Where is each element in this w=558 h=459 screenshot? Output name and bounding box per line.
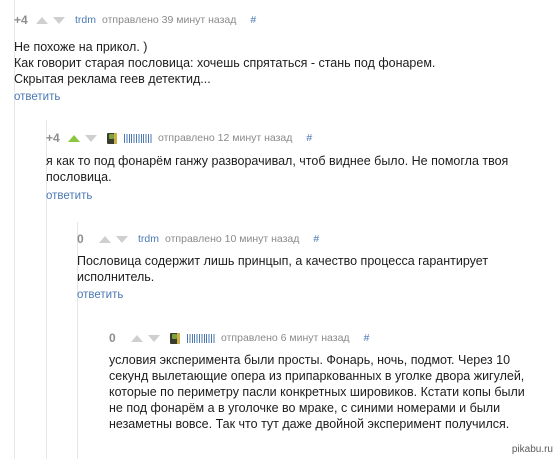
comment-author-link[interactable]: trdm: [75, 14, 96, 26]
comment-meta: +4 отправлено 12 минут назад #: [46, 130, 312, 146]
comment-1: +4 trdm отправлено 39 минут назад # Не п…: [14, 12, 554, 112]
comment-text-line: не под фонарём а в уголочке во мраке, с …: [109, 401, 501, 415]
comment-rating: +4: [14, 13, 28, 27]
comment-rating: +4: [46, 131, 60, 145]
comment-permalink[interactable]: #: [364, 332, 370, 344]
comment-text-line: условия эксперимента были просты. Фонарь…: [109, 353, 511, 367]
reply-link[interactable]: ответить: [77, 289, 123, 301]
reply-link[interactable]: ответить: [46, 190, 92, 202]
comment-author-link[interactable]: trdm: [138, 233, 159, 245]
comment-text-line: Не похоже на прикол. ): [14, 40, 148, 54]
comment-text-line: которые по периметру пасли конкретных ши…: [109, 385, 525, 399]
comment-text-line: Скрытая реклама геев детектид...: [14, 72, 211, 86]
site-watermark: pikabu.ru: [511, 444, 553, 455]
comment-meta: 0 отправлено 6 минут назад #: [109, 330, 369, 346]
comment-timestamp: отправлено 39 минут назад: [102, 14, 237, 26]
downvote-arrow-icon[interactable]: [148, 334, 160, 342]
upvote-arrow-icon[interactable]: [36, 16, 48, 24]
comment-text-line: я как то под фонарём ганжу разворачивал,…: [46, 154, 509, 168]
comment-2: +4 отправлено 12 минут назад # я как то …: [46, 130, 554, 210]
comment-rating: 0: [109, 331, 116, 345]
comment-text-line: исполнитель.: [77, 270, 155, 284]
comment-timestamp: отправлено 10 минут назад: [165, 233, 300, 245]
downvote-arrow-icon[interactable]: [85, 134, 97, 142]
comment-timestamp: отправлено 6 минут назад: [221, 332, 350, 344]
comment-permalink[interactable]: #: [250, 14, 256, 26]
comment-permalink[interactable]: #: [313, 233, 319, 245]
comment-meta: +4 trdm отправлено 39 минут назад #: [14, 12, 256, 28]
comment-text-line: незаметны вовсе. Так что тут даже двойно…: [109, 417, 510, 431]
comment-rating: 0: [77, 232, 84, 246]
downvote-arrow-icon[interactable]: [116, 235, 128, 243]
downvote-arrow-icon[interactable]: [53, 16, 65, 24]
upvote-arrow-icon[interactable]: [99, 235, 111, 243]
user-avatar-icon[interactable]: [170, 332, 180, 344]
comment-text-line: Пословица содержит лишь принцып, а качес…: [77, 254, 489, 268]
comment-permalink[interactable]: #: [306, 132, 312, 144]
comment-3: 0 trdm отправлено 10 минут назад # Посло…: [77, 231, 554, 311]
reply-link[interactable]: ответить: [14, 91, 60, 103]
user-avatar-icon[interactable]: [107, 132, 117, 144]
comment-4: 0 отправлено 6 минут назад # условия экс…: [109, 330, 554, 440]
comment-timestamp: отправлено 12 минут назад: [158, 132, 293, 144]
comment-author-link[interactable]: [187, 333, 215, 343]
comment-text-line: Как говорит старая пословица: хочешь спр…: [14, 56, 436, 70]
comment-text-line: секунд вылетающие опера из припаркованны…: [109, 369, 525, 383]
comment-meta: 0 trdm отправлено 10 минут назад #: [77, 231, 319, 247]
comment-author-link[interactable]: [124, 133, 152, 143]
upvote-arrow-icon[interactable]: [68, 134, 80, 142]
comment-text-line: пословица.: [46, 170, 112, 184]
upvote-arrow-icon[interactable]: [131, 334, 143, 342]
